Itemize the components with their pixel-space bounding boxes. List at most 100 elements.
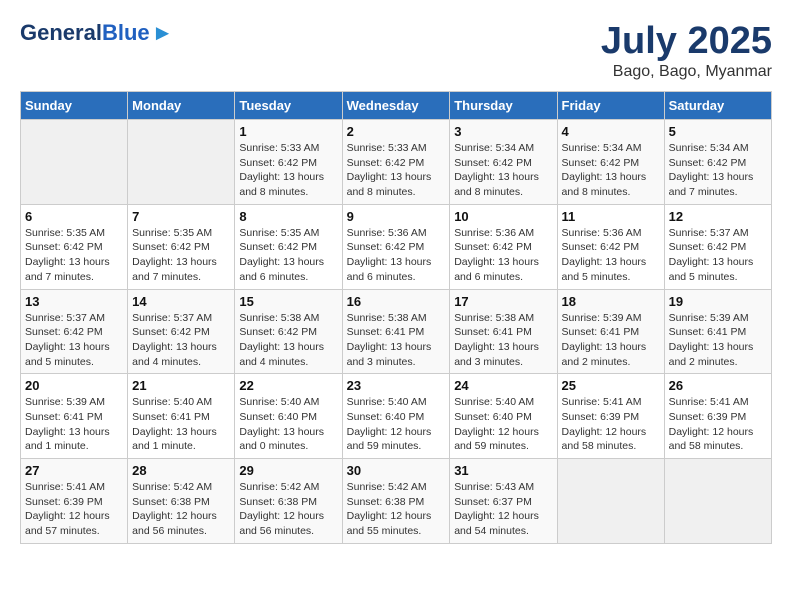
- day-number: 23: [347, 378, 446, 393]
- calendar-cell: 28 Sunrise: 5:42 AM Sunset: 6:38 PM Dayli…: [128, 459, 235, 544]
- day-number: 22: [239, 378, 337, 393]
- calendar-cell: 22Sunrise: 5:40 AM Sunset: 6:40 PM Dayli…: [235, 374, 342, 459]
- logo-text: GeneralBlue: [20, 22, 150, 44]
- day-info: Sunrise: 5:38 AM Sunset: 6:42 PM Dayligh…: [239, 311, 337, 370]
- day-number: 21: [132, 378, 230, 393]
- week-row-5: 27 Sunrise: 5:41 AM Sunset: 6:39 PM Dayli…: [21, 459, 772, 544]
- calendar-cell: [557, 459, 664, 544]
- calendar-cell: 7 Sunrise: 5:35 AM Sunset: 6:42 PM Daylig…: [128, 204, 235, 289]
- day-number: 16: [347, 294, 446, 309]
- day-info: Sunrise: 5:39 AM Sunset: 6:41 PM Dayligh…: [562, 311, 660, 370]
- day-number: 4: [562, 124, 660, 139]
- day-number: 15: [239, 294, 337, 309]
- day-number: 17: [454, 294, 552, 309]
- calendar-cell: 11Sunrise: 5:36 AM Sunset: 6:42 PM Dayli…: [557, 204, 664, 289]
- calendar-cell: 13 Sunrise: 5:37 AM Sunset: 6:42 PM Dayli…: [21, 289, 128, 374]
- day-number: 8: [239, 209, 337, 224]
- day-number: 25: [562, 378, 660, 393]
- day-info: Sunrise: 5:41 AM Sunset: 6:39 PM Dayligh…: [562, 395, 660, 454]
- calendar-cell: 5Sunrise: 5:34 AM Sunset: 6:42 PM Daylig…: [664, 120, 771, 205]
- day-info: Sunrise: 5:37 AM Sunset: 6:42 PM Dayligh…: [669, 226, 767, 285]
- day-info: Sunrise: 5:37 AM Sunset: 6:42 PM Dayligh…: [25, 311, 123, 370]
- day-number: 30: [347, 463, 446, 478]
- calendar-cell: 18 Sunrise: 5:39 AM Sunset: 6:41 PM Dayli…: [557, 289, 664, 374]
- calendar-cell: 29 Sunrise: 5:42 AM Sunset: 6:38 PM Dayli…: [235, 459, 342, 544]
- calendar-cell: [664, 459, 771, 544]
- calendar-cell: 25 Sunrise: 5:41 AM Sunset: 6:39 PM Dayli…: [557, 374, 664, 459]
- calendar-cell: 19Sunrise: 5:39 AM Sunset: 6:41 PM Dayli…: [664, 289, 771, 374]
- header-monday: Monday: [128, 92, 235, 120]
- calendar-cell: 2 Sunrise: 5:33 AM Sunset: 6:42 PM Daylig…: [342, 120, 450, 205]
- day-info: Sunrise: 5:43 AM Sunset: 6:37 PM Dayligh…: [454, 480, 552, 539]
- calendar-cell: 9 Sunrise: 5:36 AM Sunset: 6:42 PM Daylig…: [342, 204, 450, 289]
- day-info: Sunrise: 5:34 AM Sunset: 6:42 PM Dayligh…: [454, 141, 552, 200]
- header-sunday: Sunday: [21, 92, 128, 120]
- calendar-cell: 15 Sunrise: 5:38 AM Sunset: 6:42 PM Dayli…: [235, 289, 342, 374]
- day-number: 2: [347, 124, 446, 139]
- day-info: Sunrise: 5:35 AM Sunset: 6:42 PM Dayligh…: [239, 226, 337, 285]
- day-number: 18: [562, 294, 660, 309]
- day-info: Sunrise: 5:38 AM Sunset: 6:41 PM Dayligh…: [347, 311, 446, 370]
- day-number: 27: [25, 463, 123, 478]
- calendar-cell: 26Sunrise: 5:41 AM Sunset: 6:39 PM Dayli…: [664, 374, 771, 459]
- day-number: 29: [239, 463, 337, 478]
- calendar-cell: 3 Sunrise: 5:34 AM Sunset: 6:42 PM Daylig…: [450, 120, 557, 205]
- day-number: 19: [669, 294, 767, 309]
- day-info: Sunrise: 5:42 AM Sunset: 6:38 PM Dayligh…: [347, 480, 446, 539]
- calendar-cell: 16 Sunrise: 5:38 AM Sunset: 6:41 PM Dayli…: [342, 289, 450, 374]
- logo-icon: ►: [152, 20, 174, 46]
- page-header: GeneralBlue ► July 2025 Bago, Bago, Myan…: [20, 20, 772, 81]
- calendar-table: SundayMondayTuesdayWednesdayThursdayFrid…: [20, 91, 772, 544]
- day-number: 24: [454, 378, 552, 393]
- day-info: Sunrise: 5:40 AM Sunset: 6:40 PM Dayligh…: [347, 395, 446, 454]
- week-row-4: 20Sunrise: 5:39 AM Sunset: 6:41 PM Dayli…: [21, 374, 772, 459]
- day-number: 6: [25, 209, 123, 224]
- calendar-cell: 23 Sunrise: 5:40 AM Sunset: 6:40 PM Dayli…: [342, 374, 450, 459]
- day-info: Sunrise: 5:41 AM Sunset: 6:39 PM Dayligh…: [669, 395, 767, 454]
- calendar-cell: 8 Sunrise: 5:35 AM Sunset: 6:42 PM Daylig…: [235, 204, 342, 289]
- day-number: 11: [562, 209, 660, 224]
- calendar-header-row: SundayMondayTuesdayWednesdayThursdayFrid…: [21, 92, 772, 120]
- day-number: 28: [132, 463, 230, 478]
- calendar-cell: 31 Sunrise: 5:43 AM Sunset: 6:37 PM Dayli…: [450, 459, 557, 544]
- day-number: 3: [454, 124, 552, 139]
- day-info: Sunrise: 5:34 AM Sunset: 6:42 PM Dayligh…: [669, 141, 767, 200]
- calendar-cell: 21 Sunrise: 5:40 AM Sunset: 6:41 PM Dayli…: [128, 374, 235, 459]
- calendar-cell: 4 Sunrise: 5:34 AM Sunset: 6:42 PM Daylig…: [557, 120, 664, 205]
- calendar-body: 1 Sunrise: 5:33 AM Sunset: 6:42 PM Daylig…: [21, 120, 772, 544]
- day-info: Sunrise: 5:40 AM Sunset: 6:41 PM Dayligh…: [132, 395, 230, 454]
- day-info: Sunrise: 5:34 AM Sunset: 6:42 PM Dayligh…: [562, 141, 660, 200]
- calendar-cell: 20Sunrise: 5:39 AM Sunset: 6:41 PM Dayli…: [21, 374, 128, 459]
- day-info: Sunrise: 5:39 AM Sunset: 6:41 PM Dayligh…: [25, 395, 123, 454]
- calendar-cell: 30 Sunrise: 5:42 AM Sunset: 6:38 PM Dayli…: [342, 459, 450, 544]
- day-number: 12: [669, 209, 767, 224]
- calendar-cell: 17 Sunrise: 5:38 AM Sunset: 6:41 PM Dayli…: [450, 289, 557, 374]
- day-number: 7: [132, 209, 230, 224]
- day-info: Sunrise: 5:35 AM Sunset: 6:42 PM Dayligh…: [132, 226, 230, 285]
- day-info: Sunrise: 5:40 AM Sunset: 6:40 PM Dayligh…: [454, 395, 552, 454]
- day-info: Sunrise: 5:38 AM Sunset: 6:41 PM Dayligh…: [454, 311, 552, 370]
- day-info: Sunrise: 5:33 AM Sunset: 6:42 PM Dayligh…: [347, 141, 446, 200]
- day-number: 14: [132, 294, 230, 309]
- month-title: July 2025: [601, 20, 772, 63]
- calendar-cell: 27 Sunrise: 5:41 AM Sunset: 6:39 PM Dayli…: [21, 459, 128, 544]
- day-number: 13: [25, 294, 123, 309]
- day-info: Sunrise: 5:42 AM Sunset: 6:38 PM Dayligh…: [132, 480, 230, 539]
- calendar-cell: 12 Sunrise: 5:37 AM Sunset: 6:42 PM Dayli…: [664, 204, 771, 289]
- header-thursday: Thursday: [450, 92, 557, 120]
- day-number: 10: [454, 209, 552, 224]
- day-info: Sunrise: 5:42 AM Sunset: 6:38 PM Dayligh…: [239, 480, 337, 539]
- day-number: 31: [454, 463, 552, 478]
- location: Bago, Bago, Myanmar: [601, 63, 772, 81]
- day-info: Sunrise: 5:41 AM Sunset: 6:39 PM Dayligh…: [25, 480, 123, 539]
- week-row-3: 13 Sunrise: 5:37 AM Sunset: 6:42 PM Dayli…: [21, 289, 772, 374]
- calendar-cell: [21, 120, 128, 205]
- day-info: Sunrise: 5:36 AM Sunset: 6:42 PM Dayligh…: [347, 226, 446, 285]
- header-friday: Friday: [557, 92, 664, 120]
- calendar-cell: 10Sunrise: 5:36 AM Sunset: 6:42 PM Dayli…: [450, 204, 557, 289]
- calendar-cell: 6 Sunrise: 5:35 AM Sunset: 6:42 PM Daylig…: [21, 204, 128, 289]
- day-number: 9: [347, 209, 446, 224]
- calendar-cell: 1Sunrise: 5:33 AM Sunset: 6:42 PM Daylig…: [235, 120, 342, 205]
- day-info: Sunrise: 5:35 AM Sunset: 6:42 PM Dayligh…: [25, 226, 123, 285]
- day-number: 1: [239, 124, 337, 139]
